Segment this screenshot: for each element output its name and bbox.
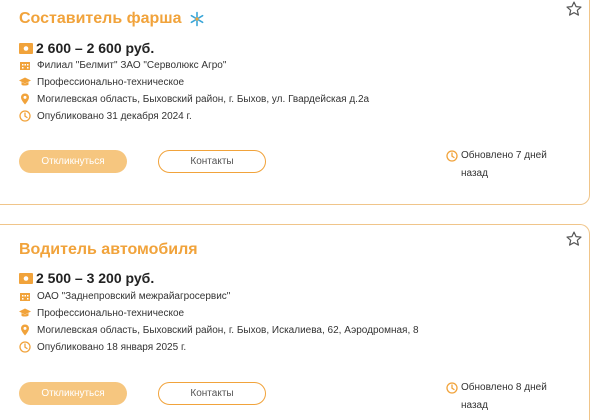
money-icon bbox=[19, 42, 33, 54]
graduation-cap-icon bbox=[19, 308, 31, 317]
clock-icon bbox=[446, 150, 458, 162]
building-icon bbox=[20, 62, 30, 70]
company-name: ОАО "Заднепровский межрайагросервис" bbox=[37, 290, 231, 302]
apply-button[interactable]: Откликнуться bbox=[19, 382, 127, 405]
contacts-button[interactable]: Контакты bbox=[158, 150, 266, 173]
clock-icon bbox=[19, 341, 31, 353]
graduation-cap-icon bbox=[19, 77, 31, 86]
address: Могилевская область, Быховский район, г.… bbox=[37, 324, 419, 336]
money-icon bbox=[19, 272, 33, 284]
address: Могилевская область, Быховский район, г.… bbox=[37, 93, 370, 105]
published-row: Опубликовано 18 января 2025 г. bbox=[19, 341, 186, 353]
address-row: Могилевская область, Быховский район, г.… bbox=[19, 324, 419, 336]
vacancy-title[interactable]: Составитель фарша bbox=[19, 10, 182, 28]
vacancy-card: Составитель фарша 2 600 – 2 600 руб. Фил… bbox=[0, 0, 590, 205]
company-row: ОАО "Заднепровский межрайагросервис" bbox=[19, 290, 230, 302]
location-pin-icon bbox=[21, 93, 29, 105]
vacancy-title[interactable]: Водитель автомобиля bbox=[19, 241, 198, 259]
salary-row: 2 500 – 3 200 руб. bbox=[19, 270, 154, 286]
published-date: Опубликовано 18 января 2025 г. bbox=[37, 341, 187, 353]
education-row: Профессионально-техническое bbox=[19, 76, 184, 88]
company-name: Филиал "Белмит" ЗАО "Серволюкс Агро" bbox=[37, 59, 227, 71]
updated-text: Обновлено 7 дней назад bbox=[461, 150, 547, 179]
published-date: Опубликовано 31 декабря 2024 г. bbox=[37, 110, 192, 122]
company-row: Филиал "Белмит" ЗАО "Серволюкс Агро" bbox=[19, 59, 226, 71]
updated-row: Обновлено 7 дней назад bbox=[446, 147, 561, 183]
salary: 2 600 – 2 600 руб. bbox=[36, 40, 155, 56]
education-level: Профессионально-техническое bbox=[37, 76, 185, 88]
star-icon[interactable] bbox=[565, 0, 583, 18]
address-row: Могилевская область, Быховский район, г.… bbox=[19, 93, 369, 105]
location-pin-icon bbox=[21, 324, 29, 336]
education-row: Профессионально-техническое bbox=[19, 307, 184, 319]
updated-row: Обновлено 8 дней назад bbox=[446, 379, 561, 415]
snowflake-icon bbox=[190, 11, 203, 27]
title-row: Водитель автомобиля bbox=[19, 241, 198, 259]
education-level: Профессионально-техническое bbox=[37, 307, 185, 319]
star-icon[interactable] bbox=[565, 230, 583, 248]
published-row: Опубликовано 31 декабря 2024 г. bbox=[19, 110, 192, 122]
salary: 2 500 – 3 200 руб. bbox=[36, 270, 155, 286]
vacancy-card: Водитель автомобиля 2 500 – 3 200 руб. О… bbox=[0, 224, 590, 420]
apply-button[interactable]: Откликнуться bbox=[19, 150, 127, 173]
clock-icon bbox=[19, 110, 31, 122]
contacts-button[interactable]: Контакты bbox=[158, 382, 266, 405]
salary-row: 2 600 – 2 600 руб. bbox=[19, 40, 154, 56]
updated-text: Обновлено 8 дней назад bbox=[461, 382, 547, 411]
title-row: Составитель фарша bbox=[19, 10, 205, 28]
clock-icon bbox=[446, 382, 458, 394]
building-icon bbox=[20, 293, 30, 301]
